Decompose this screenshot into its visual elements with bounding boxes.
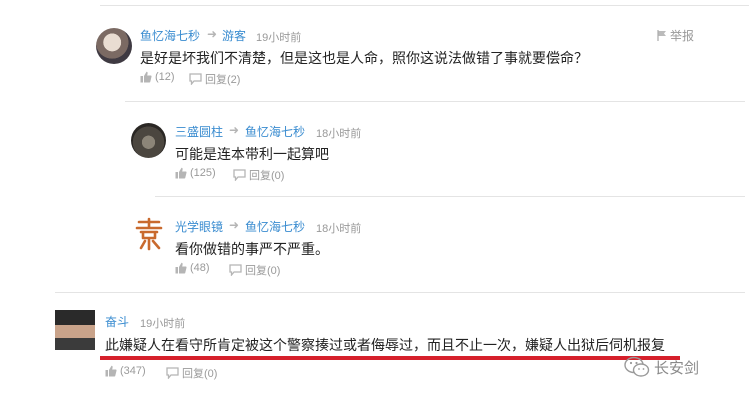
- like-button[interactable]: (48): [175, 262, 210, 274]
- comment-text: 看你做错的事严不严重。: [175, 241, 329, 257]
- watermark-text: 长安剑: [654, 359, 700, 377]
- like-count: (125): [190, 167, 216, 179]
- separator: [125, 101, 745, 102]
- reply-icon: [166, 367, 179, 379]
- like-count: (48): [190, 262, 210, 274]
- seal-logo: [135, 217, 163, 251]
- reply-icon: [229, 264, 242, 276]
- comment-text: 可能是连本带利一起算吧: [175, 146, 329, 162]
- reply-button[interactable]: 回复(2): [189, 71, 240, 87]
- thumbs-up-icon: [175, 167, 187, 179]
- reply-label: 回复(0): [245, 265, 281, 277]
- like-count: (347): [120, 365, 146, 377]
- arrow-icon: ➜: [229, 218, 240, 232]
- username[interactable]: 奋斗: [105, 313, 129, 330]
- thumbs-up-icon: [105, 365, 117, 377]
- separator: [55, 292, 745, 293]
- reply-to-username[interactable]: 鱼忆海七秒: [245, 123, 305, 140]
- avatar[interactable]: [131, 123, 166, 158]
- avatar[interactable]: [55, 310, 95, 350]
- report-label: 举报: [670, 29, 695, 43]
- reply-label: 回复(2): [205, 74, 241, 86]
- timestamp: 19小时前: [140, 318, 186, 330]
- reply-label: 回复(0): [182, 368, 218, 380]
- flag-icon: [657, 30, 666, 41]
- username[interactable]: 三盛圆柱: [175, 123, 223, 140]
- timestamp: 18小时前: [316, 128, 362, 140]
- separator: [155, 196, 745, 197]
- reply-to-username[interactable]: 游客: [222, 27, 246, 44]
- report-button[interactable]: 举报: [657, 27, 694, 44]
- like-button[interactable]: (125): [175, 167, 216, 179]
- separator-top: [100, 5, 749, 6]
- avatar[interactable]: [96, 28, 132, 64]
- arrow-icon: ➜: [229, 123, 240, 137]
- wechat-icon: [624, 356, 650, 377]
- reply-icon: [189, 73, 202, 85]
- reply-icon: [233, 169, 246, 181]
- username[interactable]: 鱼忆海七秒: [140, 27, 200, 44]
- reply-to-username[interactable]: 鱼忆海七秒: [245, 218, 305, 235]
- like-button[interactable]: (347): [105, 365, 146, 377]
- timestamp: 19小时前: [256, 32, 302, 44]
- reply-button[interactable]: 回复(0): [233, 167, 284, 183]
- comment-text: 此嫌疑人在看守所肯定被这个警察揍过或者侮辱过，而且不止一次，嫌疑人出狱后伺机报复: [105, 337, 665, 353]
- timestamp: 18小时前: [316, 223, 362, 235]
- like-button[interactable]: (12): [140, 71, 175, 83]
- like-count: (12): [155, 71, 175, 83]
- highlight-underline: [100, 356, 680, 360]
- reply-label: 回复(0): [249, 170, 285, 182]
- comment-text: 是好是坏我们不清楚，但是这也是人命，照你这说法做错了事就要偿命？: [140, 50, 588, 66]
- avatar[interactable]: [131, 216, 167, 252]
- watermark: 长安剑: [624, 356, 699, 378]
- thumbs-up-icon: [140, 71, 152, 83]
- reply-button[interactable]: 回复(0): [229, 262, 280, 278]
- thumbs-up-icon: [175, 262, 187, 274]
- reply-button[interactable]: 回复(0): [166, 365, 217, 381]
- username[interactable]: 光学眼镜: [175, 218, 223, 235]
- arrow-icon: ➜: [207, 27, 218, 41]
